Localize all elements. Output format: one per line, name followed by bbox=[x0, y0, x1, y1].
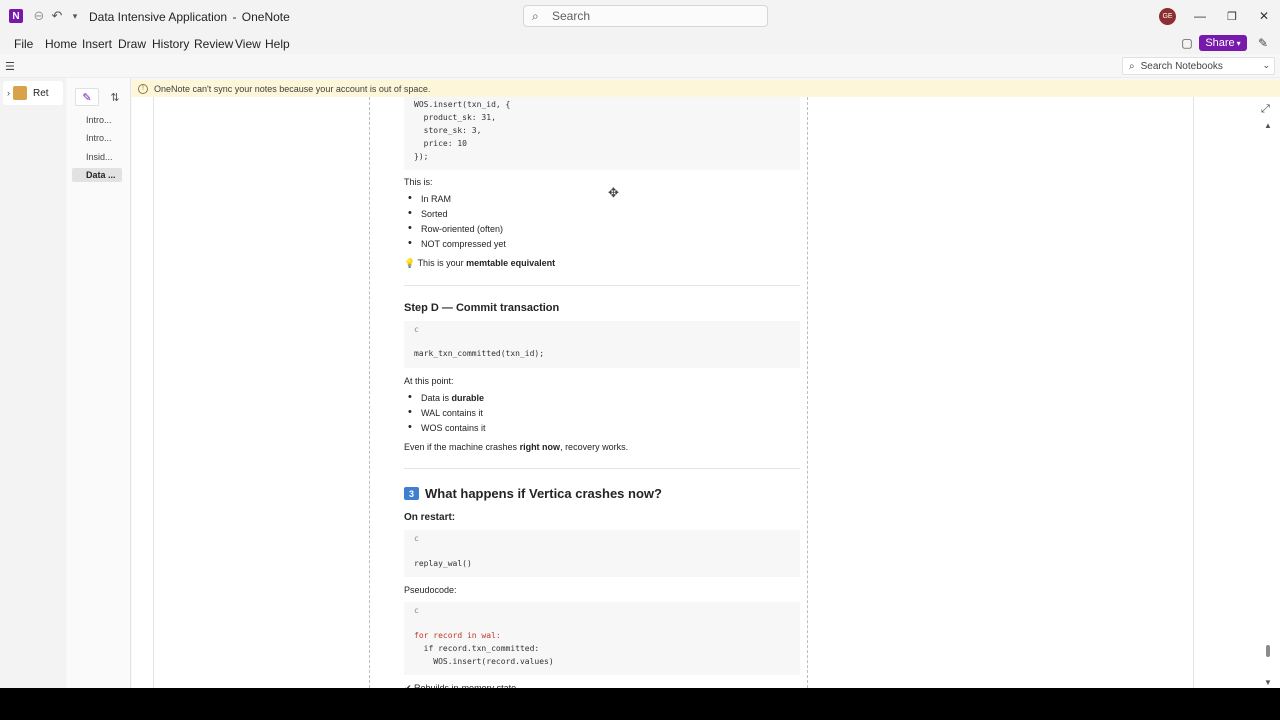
minimize-icon[interactable]: — bbox=[1190, 6, 1210, 26]
code-line: replay_wal() bbox=[414, 559, 472, 568]
section-heading: 3 What happens if Vertica crashes now? bbox=[404, 486, 662, 501]
page-item[interactable]: Intro... bbox=[72, 113, 122, 127]
code-line: mark_txn_committed(txn_id); bbox=[414, 349, 545, 358]
onenote-logo-icon: N bbox=[9, 9, 23, 23]
chevron-right-icon[interactable]: › bbox=[7, 88, 10, 98]
subheading: On restart: bbox=[404, 512, 456, 523]
code-language-tag: c bbox=[414, 606, 419, 615]
menu-history[interactable]: History bbox=[152, 37, 189, 51]
code-line: WOS.insert(record.values) bbox=[414, 657, 554, 666]
sort-pages-button[interactable]: ⇅ bbox=[103, 88, 127, 106]
menu-home[interactable]: Home bbox=[45, 37, 77, 51]
paragraph: This is: bbox=[404, 177, 433, 187]
undo-icon[interactable]: ↶ bbox=[49, 8, 65, 24]
chevron-down-icon: ▾ bbox=[1236, 38, 1241, 48]
notebook-icon bbox=[13, 86, 27, 100]
back-icon[interactable]: ⊖ bbox=[31, 8, 47, 24]
restore-icon[interactable]: ❐ bbox=[1222, 6, 1242, 26]
menu-insert[interactable]: Insert bbox=[82, 37, 112, 51]
hamburger-icon[interactable]: ☰ bbox=[5, 60, 15, 73]
search-placeholder: Search bbox=[552, 9, 591, 23]
section-heading: Step D — Commit transaction bbox=[404, 302, 560, 314]
move-cursor-icon: ✥ bbox=[608, 185, 619, 200]
menu-bar: File Home Insert Draw History Review Vie… bbox=[0, 32, 1280, 54]
code-line: store_sk: 3, bbox=[414, 126, 482, 135]
list-item: Row-oriented (often) bbox=[408, 222, 503, 234]
notebook-pane bbox=[0, 78, 66, 688]
code-line: product_sk: 31, bbox=[414, 113, 496, 122]
code-language-tag: c bbox=[414, 325, 419, 334]
chevron-down-icon[interactable]: ⌄ bbox=[1262, 60, 1270, 71]
expand-icon[interactable]: ⤢ bbox=[1261, 103, 1270, 116]
notebook-label: Ret bbox=[33, 87, 49, 99]
lightbulb-icon: 💡 bbox=[404, 258, 416, 268]
list-item: In RAM bbox=[408, 192, 451, 204]
page-item[interactable]: Insid... bbox=[72, 150, 122, 164]
menu-file[interactable]: File bbox=[14, 37, 33, 51]
code-block[interactable]: c replay_wal() bbox=[404, 530, 800, 577]
list-item: WAL contains it bbox=[408, 406, 483, 418]
sync-warning-bar: ! OneNote can't sync your notes because … bbox=[132, 80, 1280, 97]
divider bbox=[404, 285, 800, 286]
title-bar: N ⊖ ↶ ▾ Data Intensive Application - One… bbox=[0, 0, 1280, 32]
warning-icon: ! bbox=[138, 83, 148, 94]
page-item[interactable]: Intro... bbox=[72, 131, 122, 145]
search-icon: ⌕ bbox=[532, 8, 539, 23]
menu-draw[interactable]: Draw bbox=[118, 37, 146, 51]
navigation-toolbar bbox=[0, 54, 1280, 78]
margin-guide bbox=[1193, 97, 1194, 688]
menu-review[interactable]: Review bbox=[194, 37, 233, 51]
code-line: WOS.insert(txn_id, { bbox=[414, 100, 511, 109]
code-block[interactable]: c for record in wal: if record.txn_commi… bbox=[404, 602, 800, 675]
code-block[interactable]: c mark_txn_committed(txn_id); bbox=[404, 321, 800, 368]
code-language-tag: c bbox=[414, 534, 419, 543]
close-icon[interactable]: ✕ bbox=[1254, 6, 1274, 26]
code-block[interactable]: WOS.insert(txn_id, { product_sk: 31, sto… bbox=[404, 97, 800, 170]
scroll-up-icon[interactable]: ▲ bbox=[1264, 121, 1272, 130]
code-line: }); bbox=[414, 152, 429, 161]
notebook-search[interactable]: ⌕ Search Notebooks ⌄ bbox=[1122, 57, 1275, 75]
list-item: WOS contains it bbox=[408, 421, 486, 433]
keycap-3-icon: 3 bbox=[404, 487, 419, 500]
margin-guide bbox=[153, 97, 154, 688]
scrollbar-thumb[interactable] bbox=[1266, 645, 1270, 657]
menu-view[interactable]: View bbox=[235, 37, 261, 51]
notebook-search-placeholder: Search Notebooks bbox=[1140, 60, 1223, 72]
paragraph: At this point: bbox=[404, 376, 454, 386]
code-line: price: 10 bbox=[414, 139, 467, 148]
search-icon: ⌕ bbox=[1129, 60, 1135, 72]
divider bbox=[404, 468, 800, 469]
immersive-reader-icon[interactable]: ▢ bbox=[1180, 36, 1194, 50]
tip-paragraph: 💡 This is your memtable equivalent bbox=[404, 258, 556, 268]
paragraph: Even if the machine crashes right now, r… bbox=[404, 442, 629, 452]
add-page-button[interactable]: ✎ bbox=[75, 88, 99, 106]
code-line: for record in wal: bbox=[414, 631, 501, 640]
paragraph: Pseudocode: bbox=[404, 585, 457, 595]
list-item: Sorted bbox=[408, 207, 448, 219]
customize-toolbar-icon[interactable]: ▾ bbox=[67, 8, 83, 24]
menu-help[interactable]: Help bbox=[265, 37, 290, 51]
sync-warning-text: OneNote can't sync your notes because yo… bbox=[154, 83, 431, 94]
search-box[interactable]: ⌕ Search bbox=[523, 5, 768, 27]
list-item: NOT compressed yet bbox=[408, 237, 506, 249]
window-title: Data Intensive Application - OneNote bbox=[89, 10, 290, 24]
share-button[interactable]: Share ▾ bbox=[1199, 35, 1247, 51]
share-label: Share bbox=[1205, 37, 1235, 49]
avatar[interactable]: GE bbox=[1159, 8, 1176, 25]
list-item: Data is durable bbox=[408, 391, 484, 403]
taskbar bbox=[0, 688, 1280, 720]
feedback-icon[interactable]: ✎ bbox=[1256, 36, 1270, 50]
page-item-active[interactable]: Data ... bbox=[72, 168, 122, 182]
code-line: if record.txn_committed: bbox=[414, 644, 540, 653]
scroll-down-icon[interactable]: ▼ bbox=[1264, 678, 1272, 687]
notebook-item[interactable]: › Ret bbox=[3, 81, 63, 105]
